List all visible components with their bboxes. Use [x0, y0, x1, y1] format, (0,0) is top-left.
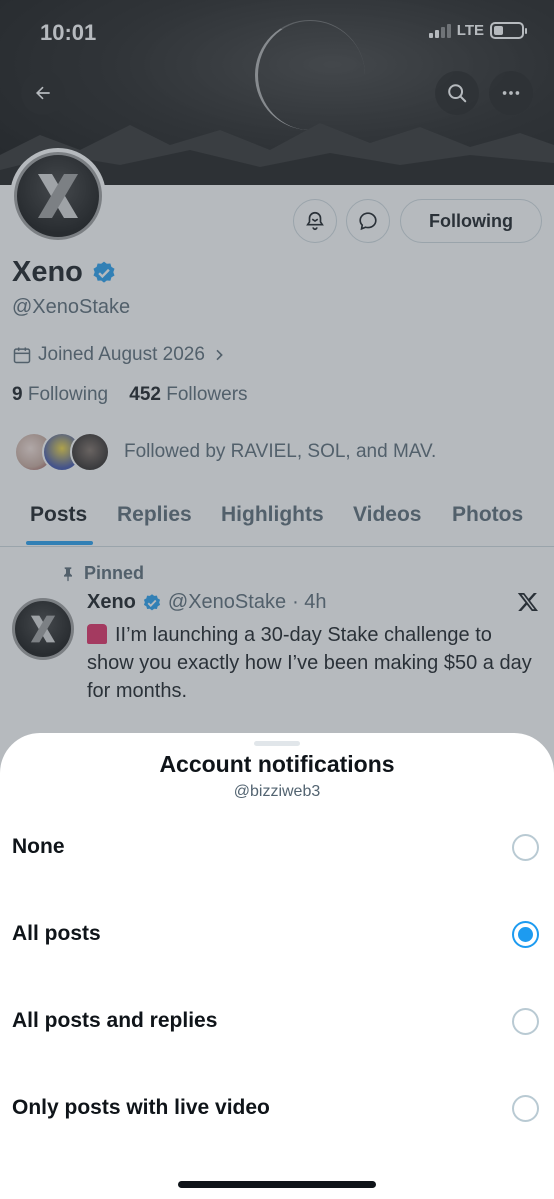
sheet-title: Account notifications — [159, 751, 395, 777]
radio-live-video-posts[interactable] — [512, 1095, 539, 1122]
radio-none[interactable] — [512, 834, 539, 861]
option-label: None — [12, 835, 65, 858]
option-none[interactable]: None — [0, 819, 554, 879]
option-all-posts[interactable]: All posts — [0, 906, 554, 966]
option-label: Only posts with live video — [12, 1096, 270, 1119]
home-indicator[interactable] — [178, 1181, 376, 1188]
option-label: All posts — [12, 922, 101, 945]
sheet-subtitle: @bizziweb3 — [233, 783, 321, 800]
radio-all-posts-and-replies[interactable] — [512, 1008, 539, 1035]
radio-all-posts[interactable] — [512, 921, 539, 948]
account-notifications-sheet: Account notifications @bizziweb3 None Al… — [0, 733, 554, 1199]
option-live-video-posts[interactable]: Only posts with live video — [0, 1080, 554, 1140]
option-label: All posts and replies — [12, 1009, 218, 1032]
option-all-posts-and-replies[interactable]: All posts and replies — [0, 993, 554, 1053]
sheet-grabber[interactable] — [254, 741, 300, 746]
